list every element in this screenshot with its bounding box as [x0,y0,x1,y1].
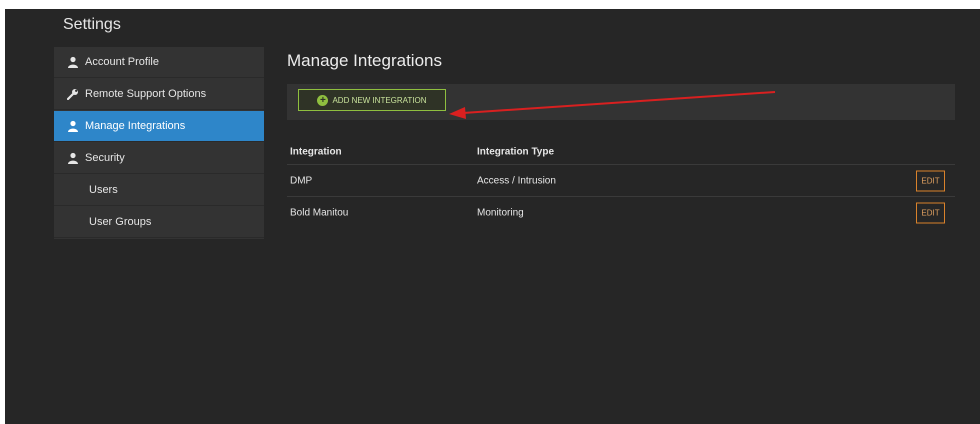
edit-button[interactable]: EDIT [916,170,945,191]
sidebar-item-manage-integrations[interactable]: Manage Integrations [54,111,264,142]
sidebar-item-account-profile[interactable]: Account Profile [54,47,264,78]
settings-window: Settings Account Profile Remote Support … [5,9,980,424]
sidebar-item-label: Users [89,184,118,196]
sidebar-item-label: Remote Support Options [85,88,207,100]
add-new-integration-button[interactable]: + ADD NEW INTEGRATION [298,89,446,111]
user-icon [67,120,79,132]
table-header: Integration Integration Type [287,139,955,165]
sidebar-item-label: Manage Integrations [85,120,186,132]
add-button-label: ADD NEW INTEGRATION [332,95,427,105]
user-icon [67,56,79,68]
sidebar-item-label: Security [85,152,125,164]
integration-type: Access / Intrusion [477,175,556,186]
annotation-arrow [449,91,776,119]
page-title: Settings [63,16,121,33]
sidebar: Account Profile Remote Support Options M… [54,47,264,239]
sidebar-item-label: Account Profile [85,56,159,68]
sidebar-item-user-groups[interactable]: User Groups [54,207,264,238]
wrench-icon [67,88,79,100]
plus-circle-icon: + [317,94,329,106]
column-header-integration-type: Integration Type [477,146,555,157]
table-row: DMP Access / Intrusion EDIT [287,165,955,197]
edit-button[interactable]: EDIT [916,202,945,223]
sidebar-item-remote-support-options[interactable]: Remote Support Options [54,79,264,110]
integration-name: DMP [290,175,313,186]
section-title: Manage Integrations [287,51,442,70]
integration-name: Bold Manitou [290,207,349,218]
table-row: Bold Manitou Monitoring EDIT [287,197,955,228]
sidebar-item-label: User Groups [89,216,152,228]
integration-type: Monitoring [477,207,524,218]
sidebar-item-users[interactable]: Users [54,175,264,206]
integrations-table: Integration Integration Type DMP Access … [287,139,955,228]
column-header-integration: Integration [290,146,342,157]
user-icon [67,152,79,164]
sidebar-item-security[interactable]: Security [54,143,264,174]
